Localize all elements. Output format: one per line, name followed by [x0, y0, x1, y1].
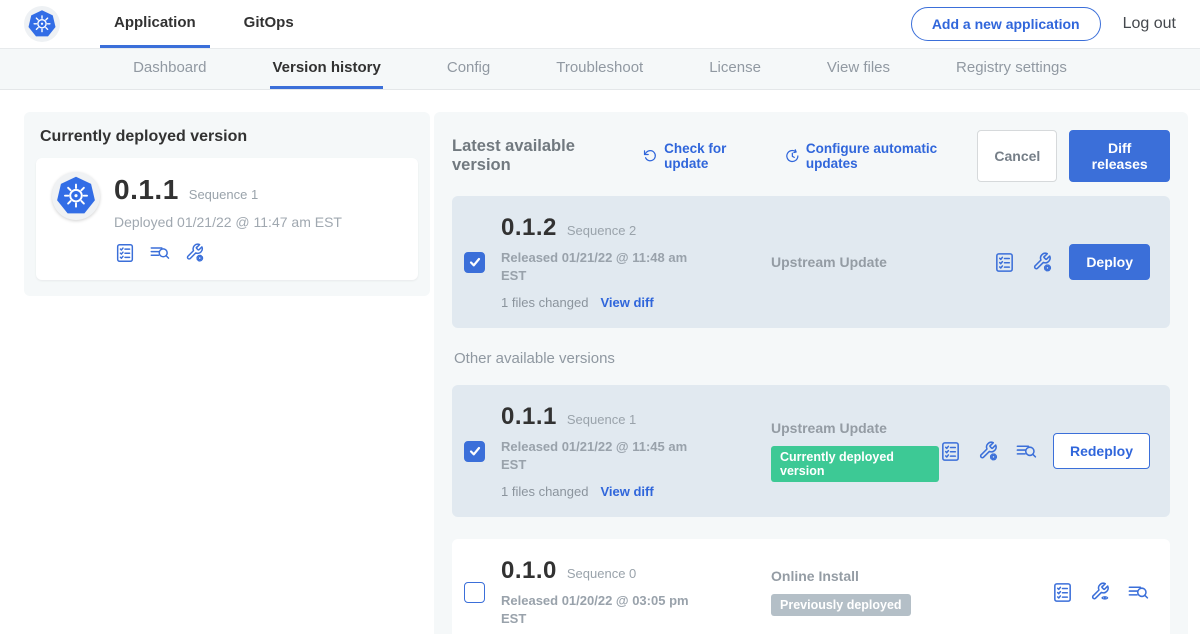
tab-dashboard[interactable]: Dashboard: [131, 49, 208, 89]
deployed-version-card: 0.1.1 Sequence 1 Deployed 01/21/22 @ 11:…: [36, 158, 418, 280]
deploy-logs-icon[interactable]: [1015, 440, 1038, 463]
version-history-panel: Latest available version Check for updat…: [434, 112, 1188, 634]
config-wrench-gear-icon[interactable]: [1031, 251, 1054, 274]
tab-gitops-label: GitOps: [244, 14, 294, 31]
release-notes-icon[interactable]: [114, 242, 136, 264]
version-checkbox[interactable]: [464, 582, 485, 603]
files-changed-label: 1 files changed: [501, 484, 588, 499]
kubernetes-icon: [55, 175, 97, 217]
tab-troubleshoot[interactable]: Troubleshoot: [554, 49, 645, 89]
auto-update-clock-icon: [785, 148, 800, 164]
view-diff-link[interactable]: View diff: [600, 484, 653, 499]
release-notes-icon[interactable]: [993, 251, 1016, 274]
check-icon: [468, 255, 482, 269]
tab-view-files[interactable]: View files: [825, 49, 892, 89]
version-source-label: Upstream Update: [771, 420, 939, 436]
preflight-results-icon[interactable]: [149, 242, 171, 264]
previously-deployed-badge: Previously deployed: [771, 594, 911, 616]
version-row-0-1-0: 0.1.0 Sequence 0 Released 01/20/22 @ 03:…: [452, 539, 1170, 634]
app-icon: [52, 172, 100, 220]
config-wrench-view-icon[interactable]: [1089, 581, 1112, 604]
deployed-sequence-label: Sequence 1: [189, 187, 258, 202]
version-number: 0.1.1: [501, 403, 557, 431]
currently-deployed-title: Currently deployed version: [40, 128, 418, 146]
deploy-logs-icon[interactable]: [1127, 581, 1150, 604]
tab-application-label: Application: [114, 14, 196, 31]
release-notes-icon[interactable]: [939, 440, 962, 463]
cancel-button[interactable]: Cancel: [977, 130, 1057, 182]
kubernetes-icon: [27, 9, 57, 39]
version-row-0-1-2: 0.1.2 Sequence 2 Released 01/21/22 @ 11:…: [452, 196, 1170, 328]
version-checkbox[interactable]: [464, 441, 485, 462]
check-icon: [468, 444, 482, 458]
version-source-label: Online Install: [771, 568, 1051, 584]
version-number: 0.1.2: [501, 214, 557, 242]
version-row-0-1-1: 0.1.1 Sequence 1 Released 01/21/22 @ 11:…: [452, 385, 1170, 517]
deployed-version-number: 0.1.1: [114, 174, 179, 206]
diff-releases-button[interactable]: Diff releases: [1069, 130, 1170, 182]
deployed-timestamp: Deployed 01/21/22 @ 11:47 am EST: [114, 214, 342, 230]
latest-available-title: Latest available version: [452, 137, 623, 175]
logout-link[interactable]: Log out: [1123, 15, 1176, 33]
configure-automatic-updates-link[interactable]: Configure automatic updates: [785, 141, 977, 171]
sequence-label: Sequence 0: [567, 566, 636, 581]
version-checkbox[interactable]: [464, 252, 485, 273]
tab-version-history[interactable]: Version history: [270, 49, 382, 89]
config-wrench-gear-icon[interactable]: [977, 440, 1000, 463]
currently-deployed-panel: Currently deployed version 0.1.1 Sequenc…: [24, 112, 430, 296]
app-logo: [24, 0, 60, 48]
config-wrench-gear-icon[interactable]: [184, 242, 206, 264]
version-number: 0.1.0: [501, 557, 557, 585]
released-timestamp: Released 01/21/22 @ 11:45 am EST: [501, 438, 701, 473]
released-timestamp: Released 01/21/22 @ 11:48 am EST: [501, 249, 701, 284]
tab-config[interactable]: Config: [445, 49, 492, 89]
released-timestamp: Released 01/20/22 @ 03:05 pm EST: [501, 592, 701, 627]
configure-updates-label: Configure automatic updates: [806, 141, 978, 171]
check-for-update-label: Check for update: [664, 141, 765, 171]
tab-license[interactable]: License: [707, 49, 763, 89]
other-versions-heading: Other available versions: [454, 350, 1168, 367]
top-nav: Application GitOps Add a new application…: [0, 0, 1200, 49]
files-changed-label: 1 files changed: [501, 295, 588, 310]
tab-registry-settings[interactable]: Registry settings: [954, 49, 1069, 89]
tab-gitops[interactable]: GitOps: [230, 0, 308, 48]
sequence-label: Sequence 2: [567, 223, 636, 238]
version-source-label: Upstream Update: [771, 254, 993, 270]
tab-application[interactable]: Application: [100, 0, 210, 48]
sequence-label: Sequence 1: [567, 412, 636, 427]
currently-deployed-badge: Currently deployed version: [771, 446, 939, 482]
deploy-button[interactable]: Deploy: [1069, 244, 1150, 280]
release-notes-icon[interactable]: [1051, 581, 1074, 604]
redeploy-button[interactable]: Redeploy: [1053, 433, 1150, 469]
refresh-icon: [643, 148, 658, 164]
view-diff-link[interactable]: View diff: [600, 295, 653, 310]
check-for-update-link[interactable]: Check for update: [643, 141, 765, 171]
add-application-button[interactable]: Add a new application: [911, 7, 1101, 41]
app-sub-nav: Dashboard Version history Config Trouble…: [0, 49, 1200, 90]
